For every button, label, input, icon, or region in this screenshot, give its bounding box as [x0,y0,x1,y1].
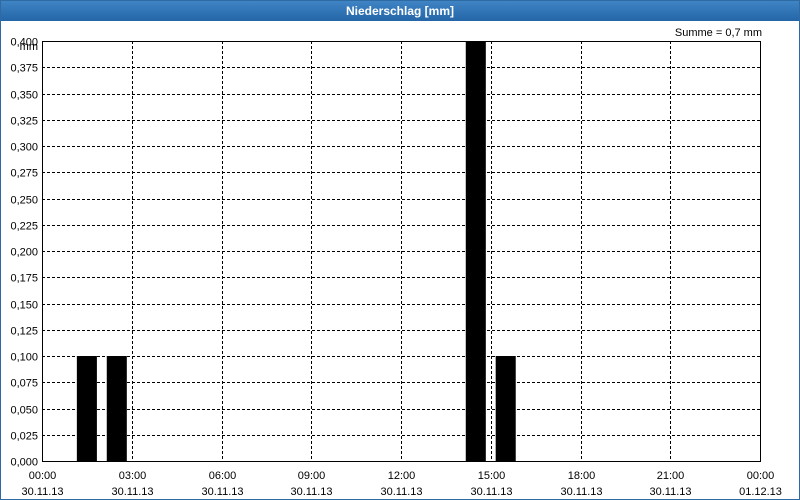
x-tick-time: 00:00 [747,470,775,482]
x-tick-time: 21:00 [657,470,685,482]
x-tick-date: 30.11.13 [560,486,602,498]
x-tick-date: 30.11.13 [21,486,63,498]
x-tick-time: 03:00 [119,470,147,482]
x-tick-date: 30.11.13 [201,486,243,498]
y-ticks: 0,000 0,025 0,050 0,075 0,100 0,125 0,150 0,175… [10,37,38,469]
x-tick-time: 09:00 [298,470,326,482]
x-tick-date: 30.11.13 [380,486,422,498]
y-tick-label: 0,075 [10,378,38,390]
y-tick-label: 0,375 [10,63,38,75]
y-tick-label: 0,350 [10,90,38,102]
x-tick-time: 12:00 [388,470,416,482]
precipitation-bar [76,356,97,461]
y-tick-label: 0,175 [10,273,38,285]
y-tick-label: 0,125 [10,326,38,338]
y-tick-label: 0,225 [10,221,38,233]
x-tick-date: 30.11.13 [649,486,691,498]
x-tick-date: 30.11.13 [290,486,332,498]
x-tick-date: 01.12.13 [739,486,782,498]
y-tick-label: 0,325 [10,116,38,128]
precipitation-bar [465,41,486,461]
y-tick-label: 0,275 [10,168,38,180]
x-ticks: 00:00 30.11.13 03:00 30.11.13 06:00 30.11.13 0… [21,470,781,498]
y-tick-label: 0,400 [10,37,38,49]
y-tick-label: 0,100 [10,352,38,364]
y-tick-label: 0,025 [10,431,38,443]
grid [42,41,760,461]
y-tick-label: 0,150 [10,300,38,312]
y-tick-label: 0,250 [10,195,38,207]
x-tick-date: 30.11.13 [111,486,153,498]
y-tick-label: 0,300 [10,142,38,154]
y-tick-label: 0,000 [10,457,38,469]
x-tick-time: 00:00 [29,470,57,482]
x-tick-date: 30.11.13 [470,486,512,498]
precipitation-bar [106,356,127,461]
y-tick-label: 0,050 [10,405,38,417]
x-tick-time: 15:00 [478,470,506,482]
sum-annotation: Summe = 0,7 mm [675,27,762,39]
precipitation-bar [495,356,516,461]
y-tick-label: 0,200 [10,247,38,259]
precipitation-chart: mm Summe = 0,7 mm 0,0000,0250,0500,0750,… [10,27,781,498]
x-tick-time: 06:00 [209,470,237,482]
x-tick-time: 18:00 [568,470,596,482]
